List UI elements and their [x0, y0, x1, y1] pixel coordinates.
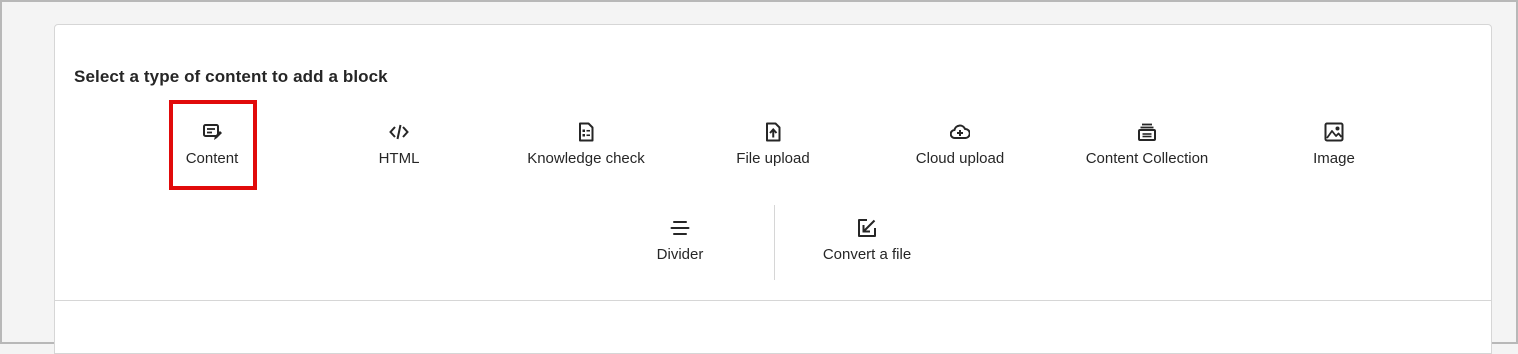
content-collection-icon [1135, 120, 1159, 144]
option-cloud-upload[interactable]: Cloud upload [867, 120, 1053, 180]
option-knowledge-check[interactable]: Knowledge check [493, 120, 679, 180]
option-image-label: Image [1313, 150, 1355, 167]
option-cloud-upload-label: Cloud upload [915, 150, 1005, 167]
image-icon [1322, 120, 1346, 144]
cloud-upload-icon [948, 120, 972, 144]
option-divider-label: Divider [656, 246, 704, 263]
content-edit-icon [200, 120, 224, 144]
convert-file-icon [855, 216, 879, 240]
file-upload-icon [761, 120, 785, 144]
option-file-upload-label: File upload [736, 150, 810, 167]
option-content-label: Content [185, 150, 239, 167]
option-convert-file[interactable]: Convert a file [774, 216, 960, 276]
divider-icon [668, 216, 692, 240]
option-content-collection[interactable]: Content Collection [1054, 120, 1240, 180]
option-file-upload[interactable]: File upload [680, 120, 866, 180]
option-html-label: HTML [378, 150, 420, 167]
checklist-icon [574, 120, 598, 144]
panel-divider [55, 300, 1491, 301]
option-html[interactable]: HTML [306, 120, 492, 180]
option-knowledge-check-label: Knowledge check [527, 150, 645, 167]
add-block-panel: Select a type of content to add a block … [54, 24, 1492, 354]
option-content-collection-label: Content Collection [1085, 150, 1209, 167]
panel-heading: Select a type of content to add a block [74, 67, 388, 86]
code-icon [387, 120, 411, 144]
option-convert-file-label: Convert a file [822, 246, 912, 263]
option-image[interactable]: Image [1241, 120, 1427, 180]
option-content[interactable]: Content [119, 120, 305, 180]
option-divider[interactable]: Divider [587, 216, 773, 276]
